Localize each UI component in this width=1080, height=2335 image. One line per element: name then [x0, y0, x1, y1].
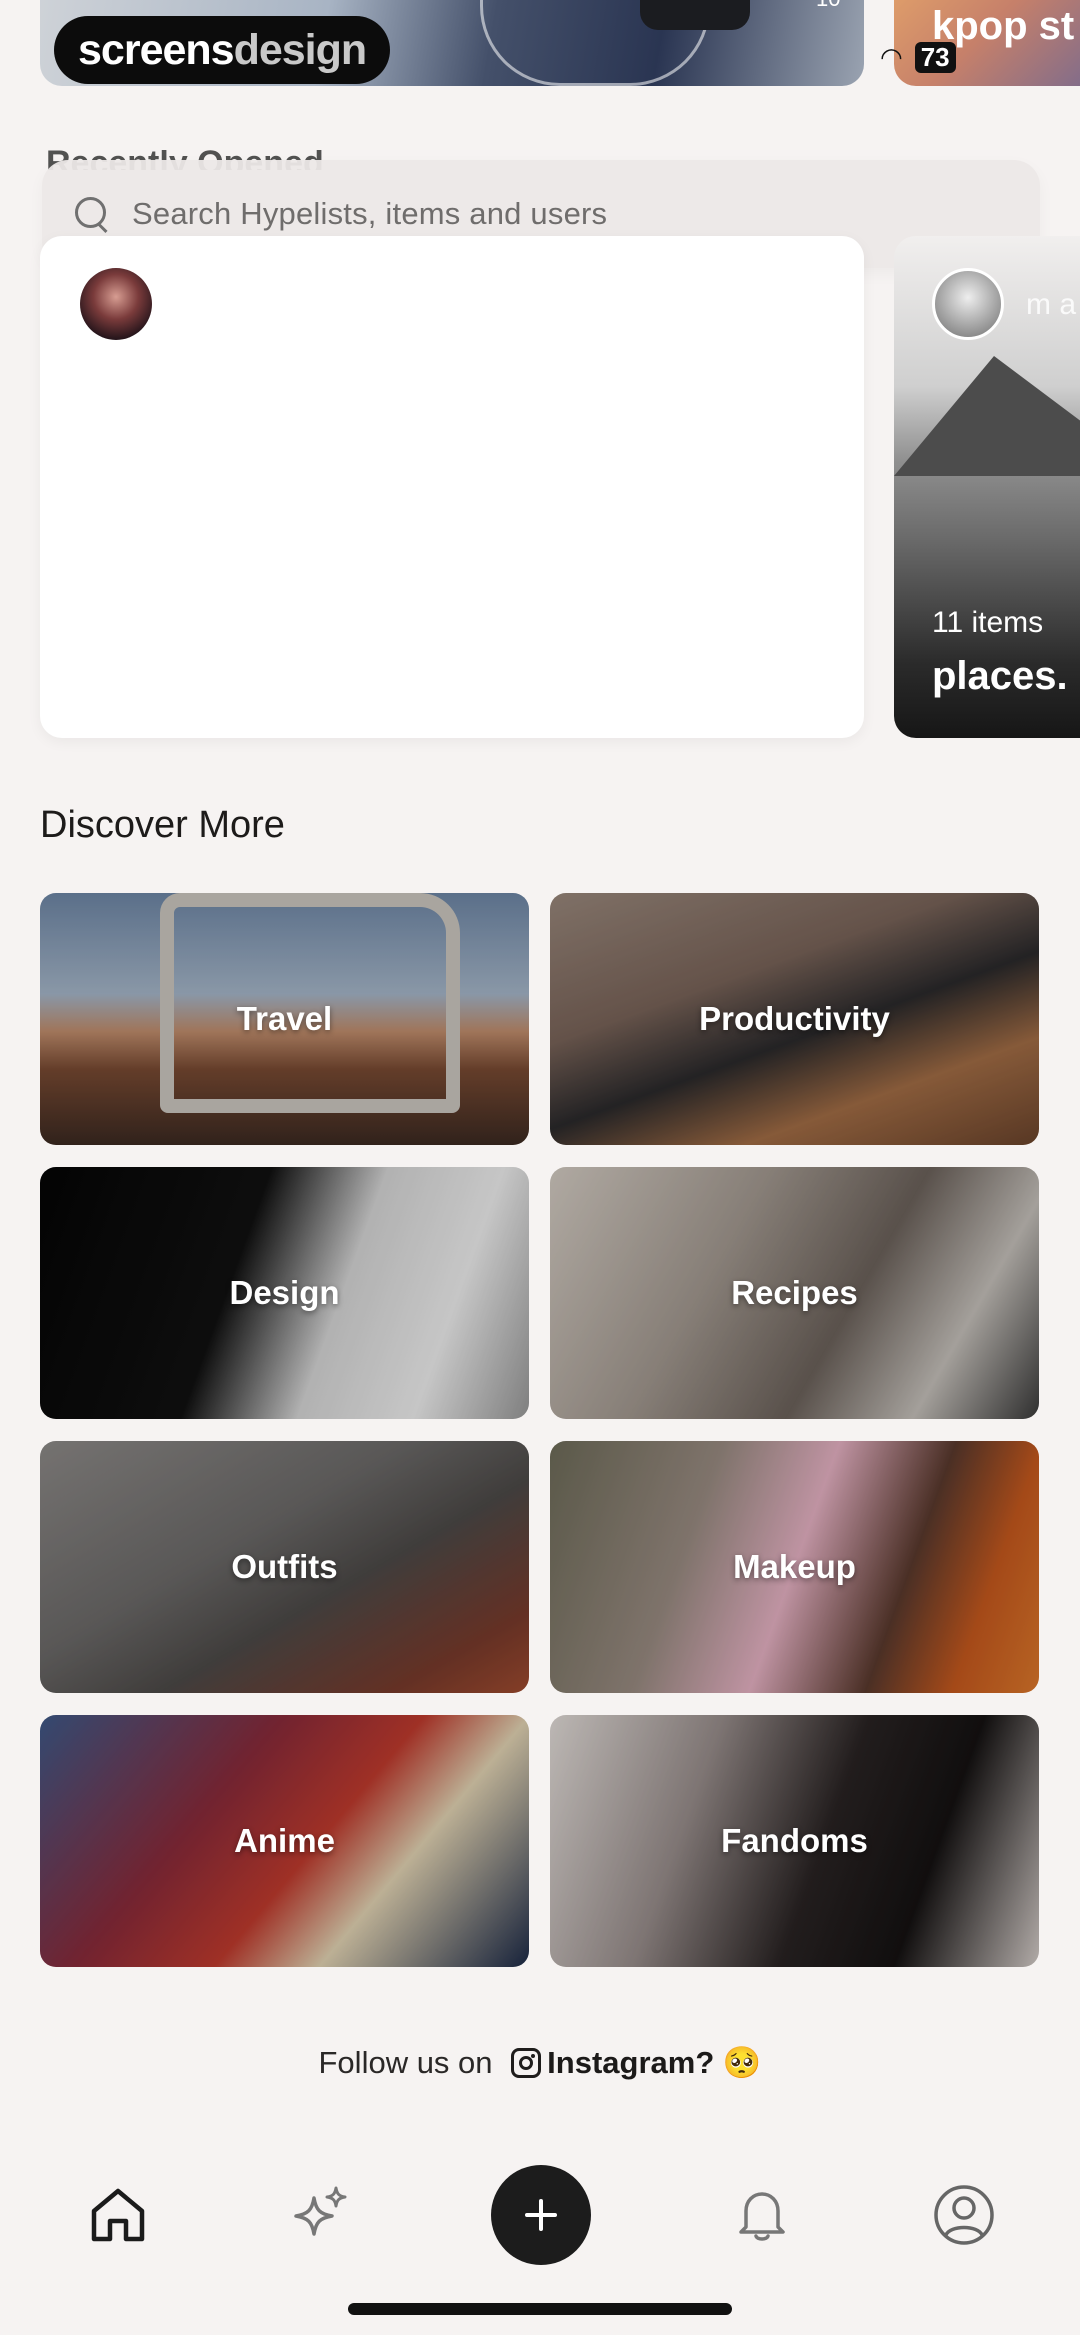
bottom-nav — [0, 2160, 1080, 2270]
avatar[interactable] — [932, 268, 1004, 340]
watermark-logo: screens design — [54, 16, 391, 84]
follow-prefix: Follow us on — [318, 2045, 493, 2080]
tile-makeup[interactable]: Makeup — [550, 1441, 1039, 1693]
tile-recipes[interactable]: Recipes — [550, 1167, 1039, 1419]
card-image-detail — [640, 0, 750, 30]
tile-label: Anime — [234, 1822, 335, 1859]
instagram-link[interactable]: Instagram? — [547, 2045, 714, 2080]
tile-label: Makeup — [733, 1548, 856, 1585]
battery-level: 73 — [914, 42, 956, 73]
sparkles-icon[interactable] — [289, 2183, 353, 2247]
profile-icon[interactable] — [932, 2183, 996, 2247]
tile-productivity[interactable]: Productivity — [550, 893, 1039, 1145]
wifi-icon: ◠ — [880, 42, 903, 72]
tile-label: Travel — [236, 1000, 333, 1037]
instagram-icon — [511, 2048, 542, 2078]
hypelist-item-count: 11 items — [932, 606, 1044, 639]
tile-label: Outfits — [231, 1548, 338, 1585]
tile-anime[interactable]: Anime — [40, 1715, 529, 1967]
hypelist-title: places. — [932, 654, 1068, 698]
discover-grid: Travel Productivity Design Recipes Outfi… — [40, 893, 1039, 1967]
tile-travel[interactable]: Travel — [40, 893, 529, 1145]
bell-icon[interactable] — [730, 2183, 794, 2247]
tile-design[interactable]: Design — [40, 1167, 529, 1419]
status-bar: ◠ 73 — [880, 42, 956, 73]
tile-fandoms[interactable]: Fandoms — [550, 1715, 1039, 1967]
hypelist-card[interactable] — [40, 236, 864, 738]
add-button[interactable] — [491, 2165, 591, 2265]
hypelist-card[interactable]: m a 11 items places. — [894, 236, 1080, 738]
tile-outfits[interactable]: Outfits — [40, 1441, 529, 1693]
search-icon — [72, 194, 112, 234]
star-count: 10 — [816, 0, 840, 12]
follow-instagram[interactable]: Follow us on Instagram? 🥺 — [0, 2044, 1080, 2081]
tile-label: Recipes — [731, 1274, 858, 1311]
hypelist-user: m a — [1026, 288, 1077, 321]
home-icon[interactable] — [86, 2183, 150, 2247]
tile-label: Design — [229, 1274, 340, 1311]
search-input[interactable]: Search Hypelists, items and users — [132, 196, 607, 232]
tile-label: Fandoms — [721, 1822, 868, 1859]
tile-label: Productivity — [699, 1000, 890, 1037]
discover-title: Discover More — [40, 804, 285, 846]
pleading-emoji: 🥺 — [722, 2045, 762, 2080]
avatar[interactable] — [80, 268, 152, 340]
card-image-detail — [894, 356, 1080, 476]
home-indicator[interactable] — [348, 2303, 732, 2315]
plus-icon — [525, 2199, 557, 2231]
